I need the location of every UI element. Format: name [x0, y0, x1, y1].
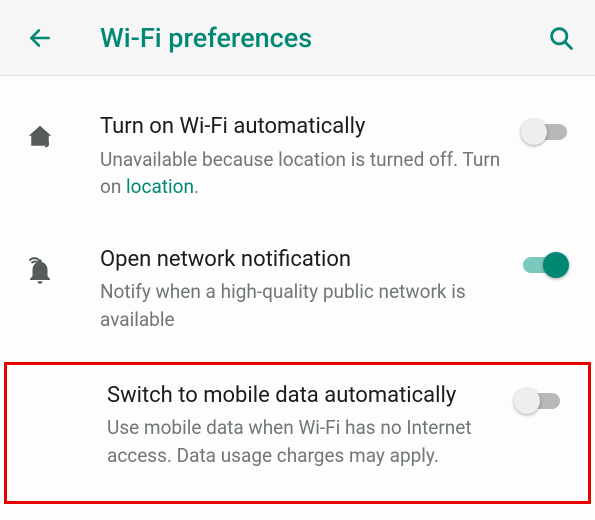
row-switch-mobile[interactable]: Switch to mobile data automatically Use … [7, 367, 588, 492]
location-link[interactable]: location [126, 175, 194, 198]
row-auto-wifi[interactable]: Turn on Wi-Fi automatically Unavailable … [0, 90, 595, 223]
row-body: Switch to mobile data automatically Use … [107, 381, 516, 470]
bell-wifi-icon [22, 255, 58, 285]
row-open-network[interactable]: Open network notification Notify when a … [0, 223, 595, 356]
row-title: Turn on Wi-Fi automatically [100, 112, 505, 142]
row-subtitle: Unavailable because location is turned o… [100, 146, 505, 201]
home-refresh-icon [22, 122, 58, 152]
toggle-container [516, 393, 566, 409]
app-bar: Wi-Fi preferences [0, 0, 595, 76]
highlight-box: Switch to mobile data automatically Use … [4, 362, 591, 505]
switch-mobile-switch[interactable] [516, 393, 560, 409]
toggle-container [523, 124, 573, 140]
row-title: Open network notification [100, 245, 505, 275]
back-button[interactable] [26, 24, 54, 52]
toggle-container [523, 257, 573, 273]
row-subtitle: Use mobile data when Wi-Fi has no Intern… [107, 414, 498, 469]
back-arrow-icon [27, 25, 53, 51]
subtitle-text-end: . [194, 175, 199, 198]
search-icon [547, 24, 575, 52]
row-title: Switch to mobile data automatically [107, 381, 498, 411]
row-body: Open network notification Notify when a … [100, 245, 523, 334]
page-title: Wi-Fi preferences [100, 22, 547, 54]
search-button[interactable] [547, 24, 575, 52]
auto-wifi-switch[interactable] [523, 124, 567, 140]
open-network-switch[interactable] [523, 257, 567, 273]
row-subtitle: Notify when a high-quality public networ… [100, 278, 505, 333]
row-body: Turn on Wi-Fi automatically Unavailable … [100, 112, 523, 201]
settings-list: Turn on Wi-Fi automatically Unavailable … [0, 76, 595, 504]
